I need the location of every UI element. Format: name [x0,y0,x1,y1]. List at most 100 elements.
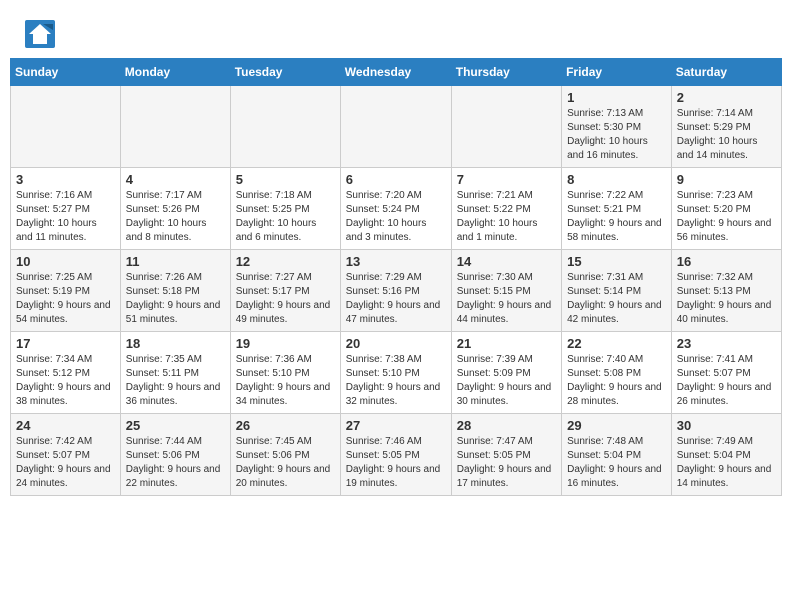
day-cell [451,86,561,168]
day-info: Sunrise: 7:29 AM Sunset: 5:16 PM Dayligh… [346,271,446,327]
day-cell: 20 Sunrise: 7:38 AM Sunset: 5:10 PM Dayli… [340,332,451,414]
day-number: 23 [677,336,776,351]
day-info: Sunrise: 7:32 AM Sunset: 5:13 PM Dayligh… [677,271,776,327]
day-cell: 28 Sunrise: 7:47 AM Sunset: 5:05 PM Dayli… [451,414,561,496]
day-cell: 19 Sunrise: 7:36 AM Sunset: 5:10 PM Dayli… [230,332,340,414]
day-number: 5 [236,172,335,187]
week-row-1: 1Sunrise: 7:13 AM Sunset: 5:30 PM Daylig… [11,86,782,168]
day-number: 7 [457,172,556,187]
day-info: Sunrise: 7:41 AM Sunset: 5:07 PM Dayligh… [677,353,776,409]
day-number: 6 [346,172,446,187]
day-cell: 5 Sunrise: 7:18 AM Sunset: 5:25 PM Daylig… [230,168,340,250]
day-number: 17 [16,336,115,351]
day-number: 8 [567,172,666,187]
day-info: Sunrise: 7:34 AM Sunset: 5:12 PM Dayligh… [16,353,115,409]
day-cell [120,86,230,168]
day-number: 20 [346,336,446,351]
weekday-header-sunday: Sunday [11,59,121,86]
day-cell: 30 Sunrise: 7:49 AM Sunset: 5:04 PM Dayli… [671,414,781,496]
weekday-header-friday: Friday [562,59,672,86]
day-number: 4 [126,172,225,187]
calendar-table: SundayMondayTuesdayWednesdayThursdayFrid… [10,58,782,496]
day-number: 18 [126,336,225,351]
day-info: Sunrise: 7:36 AM Sunset: 5:10 PM Dayligh… [236,353,335,409]
day-cell: 23 Sunrise: 7:41 AM Sunset: 5:07 PM Dayli… [671,332,781,414]
day-number: 24 [16,418,115,433]
day-cell: 24Sunrise: 7:42 AM Sunset: 5:07 PM Dayli… [11,414,121,496]
day-info: Sunrise: 7:22 AM Sunset: 5:21 PM Dayligh… [567,189,666,245]
day-cell [230,86,340,168]
day-cell: 25 Sunrise: 7:44 AM Sunset: 5:06 PM Dayli… [120,414,230,496]
day-number: 2 [677,90,776,105]
day-number: 13 [346,254,446,269]
day-cell: 9 Sunrise: 7:23 AM Sunset: 5:20 PM Daylig… [671,168,781,250]
weekday-header-monday: Monday [120,59,230,86]
week-row-4: 17 Sunrise: 7:34 AM Sunset: 5:12 PM Dayli… [11,332,782,414]
day-info: Sunrise: 7:16 AM Sunset: 5:27 PM Dayligh… [16,189,115,245]
day-cell: 13 Sunrise: 7:29 AM Sunset: 5:16 PM Dayli… [340,250,451,332]
day-info: Sunrise: 7:45 AM Sunset: 5:06 PM Dayligh… [236,435,335,491]
day-cell: 8 Sunrise: 7:22 AM Sunset: 5:21 PM Daylig… [562,168,672,250]
day-info: Sunrise: 7:14 AM Sunset: 5:29 PM Dayligh… [677,107,776,163]
day-number: 30 [677,418,776,433]
day-cell: 10Sunrise: 7:25 AM Sunset: 5:19 PM Dayli… [11,250,121,332]
day-cell: 16 Sunrise: 7:32 AM Sunset: 5:13 PM Dayli… [671,250,781,332]
day-info: Sunrise: 7:26 AM Sunset: 5:18 PM Dayligh… [126,271,225,327]
day-number: 28 [457,418,556,433]
weekday-header-wednesday: Wednesday [340,59,451,86]
day-number: 16 [677,254,776,269]
day-info: Sunrise: 7:23 AM Sunset: 5:20 PM Dayligh… [677,189,776,245]
day-info: Sunrise: 7:48 AM Sunset: 5:04 PM Dayligh… [567,435,666,491]
day-cell [11,86,121,168]
day-cell: 3 Sunrise: 7:16 AM Sunset: 5:27 PM Daylig… [11,168,121,250]
day-info: Sunrise: 7:49 AM Sunset: 5:04 PM Dayligh… [677,435,776,491]
day-cell: 17 Sunrise: 7:34 AM Sunset: 5:12 PM Dayli… [11,332,121,414]
logo-icon [25,20,55,48]
day-info: Sunrise: 7:40 AM Sunset: 5:08 PM Dayligh… [567,353,666,409]
day-info: Sunrise: 7:20 AM Sunset: 5:24 PM Dayligh… [346,189,446,245]
day-info: Sunrise: 7:13 AM Sunset: 5:30 PM Dayligh… [567,107,666,163]
day-cell: 1Sunrise: 7:13 AM Sunset: 5:30 PM Daylig… [562,86,672,168]
day-cell: 11 Sunrise: 7:26 AM Sunset: 5:18 PM Dayli… [120,250,230,332]
day-info: Sunrise: 7:47 AM Sunset: 5:05 PM Dayligh… [457,435,556,491]
day-info: Sunrise: 7:25 AM Sunset: 5:19 PM Dayligh… [16,271,115,327]
day-number: 9 [677,172,776,187]
day-info: Sunrise: 7:18 AM Sunset: 5:25 PM Dayligh… [236,189,335,245]
day-info: Sunrise: 7:35 AM Sunset: 5:11 PM Dayligh… [126,353,225,409]
day-cell: 4Sunrise: 7:17 AM Sunset: 5:26 PM Daylig… [120,168,230,250]
day-number: 11 [126,254,225,269]
day-number: 14 [457,254,556,269]
day-info: Sunrise: 7:31 AM Sunset: 5:14 PM Dayligh… [567,271,666,327]
day-info: Sunrise: 7:44 AM Sunset: 5:06 PM Dayligh… [126,435,225,491]
day-cell: 26 Sunrise: 7:45 AM Sunset: 5:06 PM Dayli… [230,414,340,496]
day-cell: 15 Sunrise: 7:31 AM Sunset: 5:14 PM Dayli… [562,250,672,332]
logo [25,20,59,48]
day-number: 19 [236,336,335,351]
day-info: Sunrise: 7:30 AM Sunset: 5:15 PM Dayligh… [457,271,556,327]
day-cell: 22 Sunrise: 7:40 AM Sunset: 5:08 PM Dayli… [562,332,672,414]
day-number: 12 [236,254,335,269]
day-info: Sunrise: 7:46 AM Sunset: 5:05 PM Dayligh… [346,435,446,491]
day-number: 3 [16,172,115,187]
day-cell: 29Sunrise: 7:48 AM Sunset: 5:04 PM Dayli… [562,414,672,496]
week-row-5: 24Sunrise: 7:42 AM Sunset: 5:07 PM Dayli… [11,414,782,496]
day-cell: 12 Sunrise: 7:27 AM Sunset: 5:17 PM Dayli… [230,250,340,332]
calendar-header: SundayMondayTuesdayWednesdayThursdayFrid… [11,59,782,86]
day-number: 22 [567,336,666,351]
day-cell: 7Sunrise: 7:21 AM Sunset: 5:22 PM Daylig… [451,168,561,250]
day-info: Sunrise: 7:38 AM Sunset: 5:10 PM Dayligh… [346,353,446,409]
week-row-2: 3 Sunrise: 7:16 AM Sunset: 5:27 PM Daylig… [11,168,782,250]
day-info: Sunrise: 7:39 AM Sunset: 5:09 PM Dayligh… [457,353,556,409]
day-cell: 18 Sunrise: 7:35 AM Sunset: 5:11 PM Dayli… [120,332,230,414]
day-cell: 6 Sunrise: 7:20 AM Sunset: 5:24 PM Daylig… [340,168,451,250]
weekday-header-saturday: Saturday [671,59,781,86]
day-number: 27 [346,418,446,433]
day-number: 15 [567,254,666,269]
day-number: 21 [457,336,556,351]
day-cell: 14 Sunrise: 7:30 AM Sunset: 5:15 PM Dayli… [451,250,561,332]
day-cell: 27 Sunrise: 7:46 AM Sunset: 5:05 PM Dayli… [340,414,451,496]
day-cell: 2 Sunrise: 7:14 AM Sunset: 5:29 PM Daylig… [671,86,781,168]
day-info: Sunrise: 7:27 AM Sunset: 5:17 PM Dayligh… [236,271,335,327]
day-number: 26 [236,418,335,433]
day-number: 25 [126,418,225,433]
